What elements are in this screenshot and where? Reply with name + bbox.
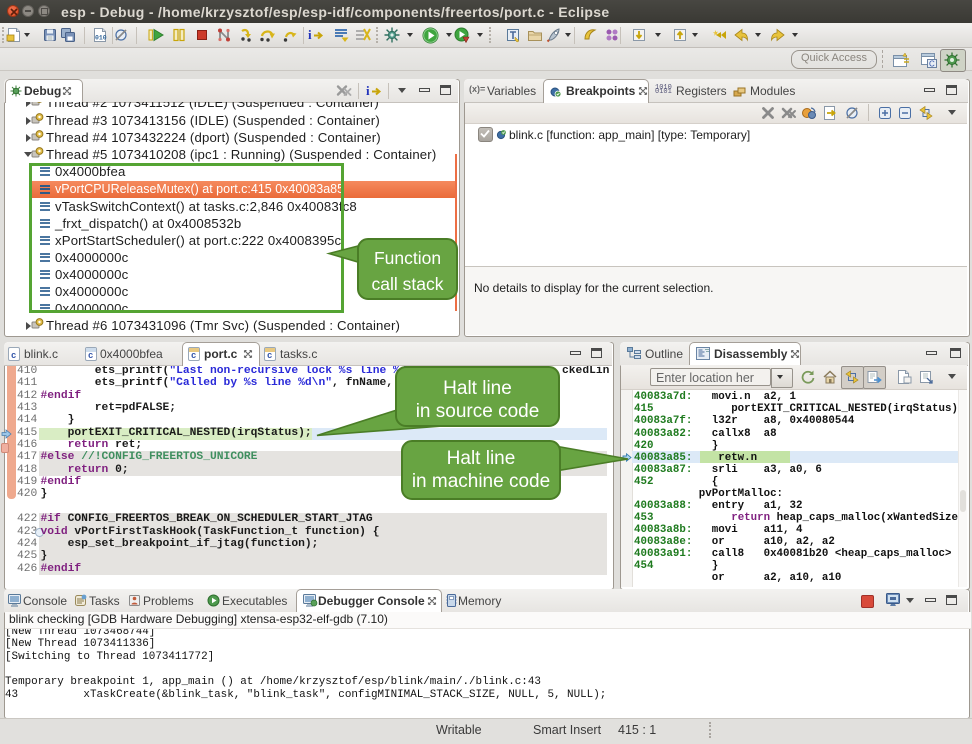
svg-text:c: c [11,351,16,361]
svg-text:c: c [267,351,272,361]
svg-text:c: c [191,351,196,361]
svg-text:c: c [88,351,93,361]
svg-text:C: C [929,60,935,69]
svg-text:010: 010 [95,35,107,42]
